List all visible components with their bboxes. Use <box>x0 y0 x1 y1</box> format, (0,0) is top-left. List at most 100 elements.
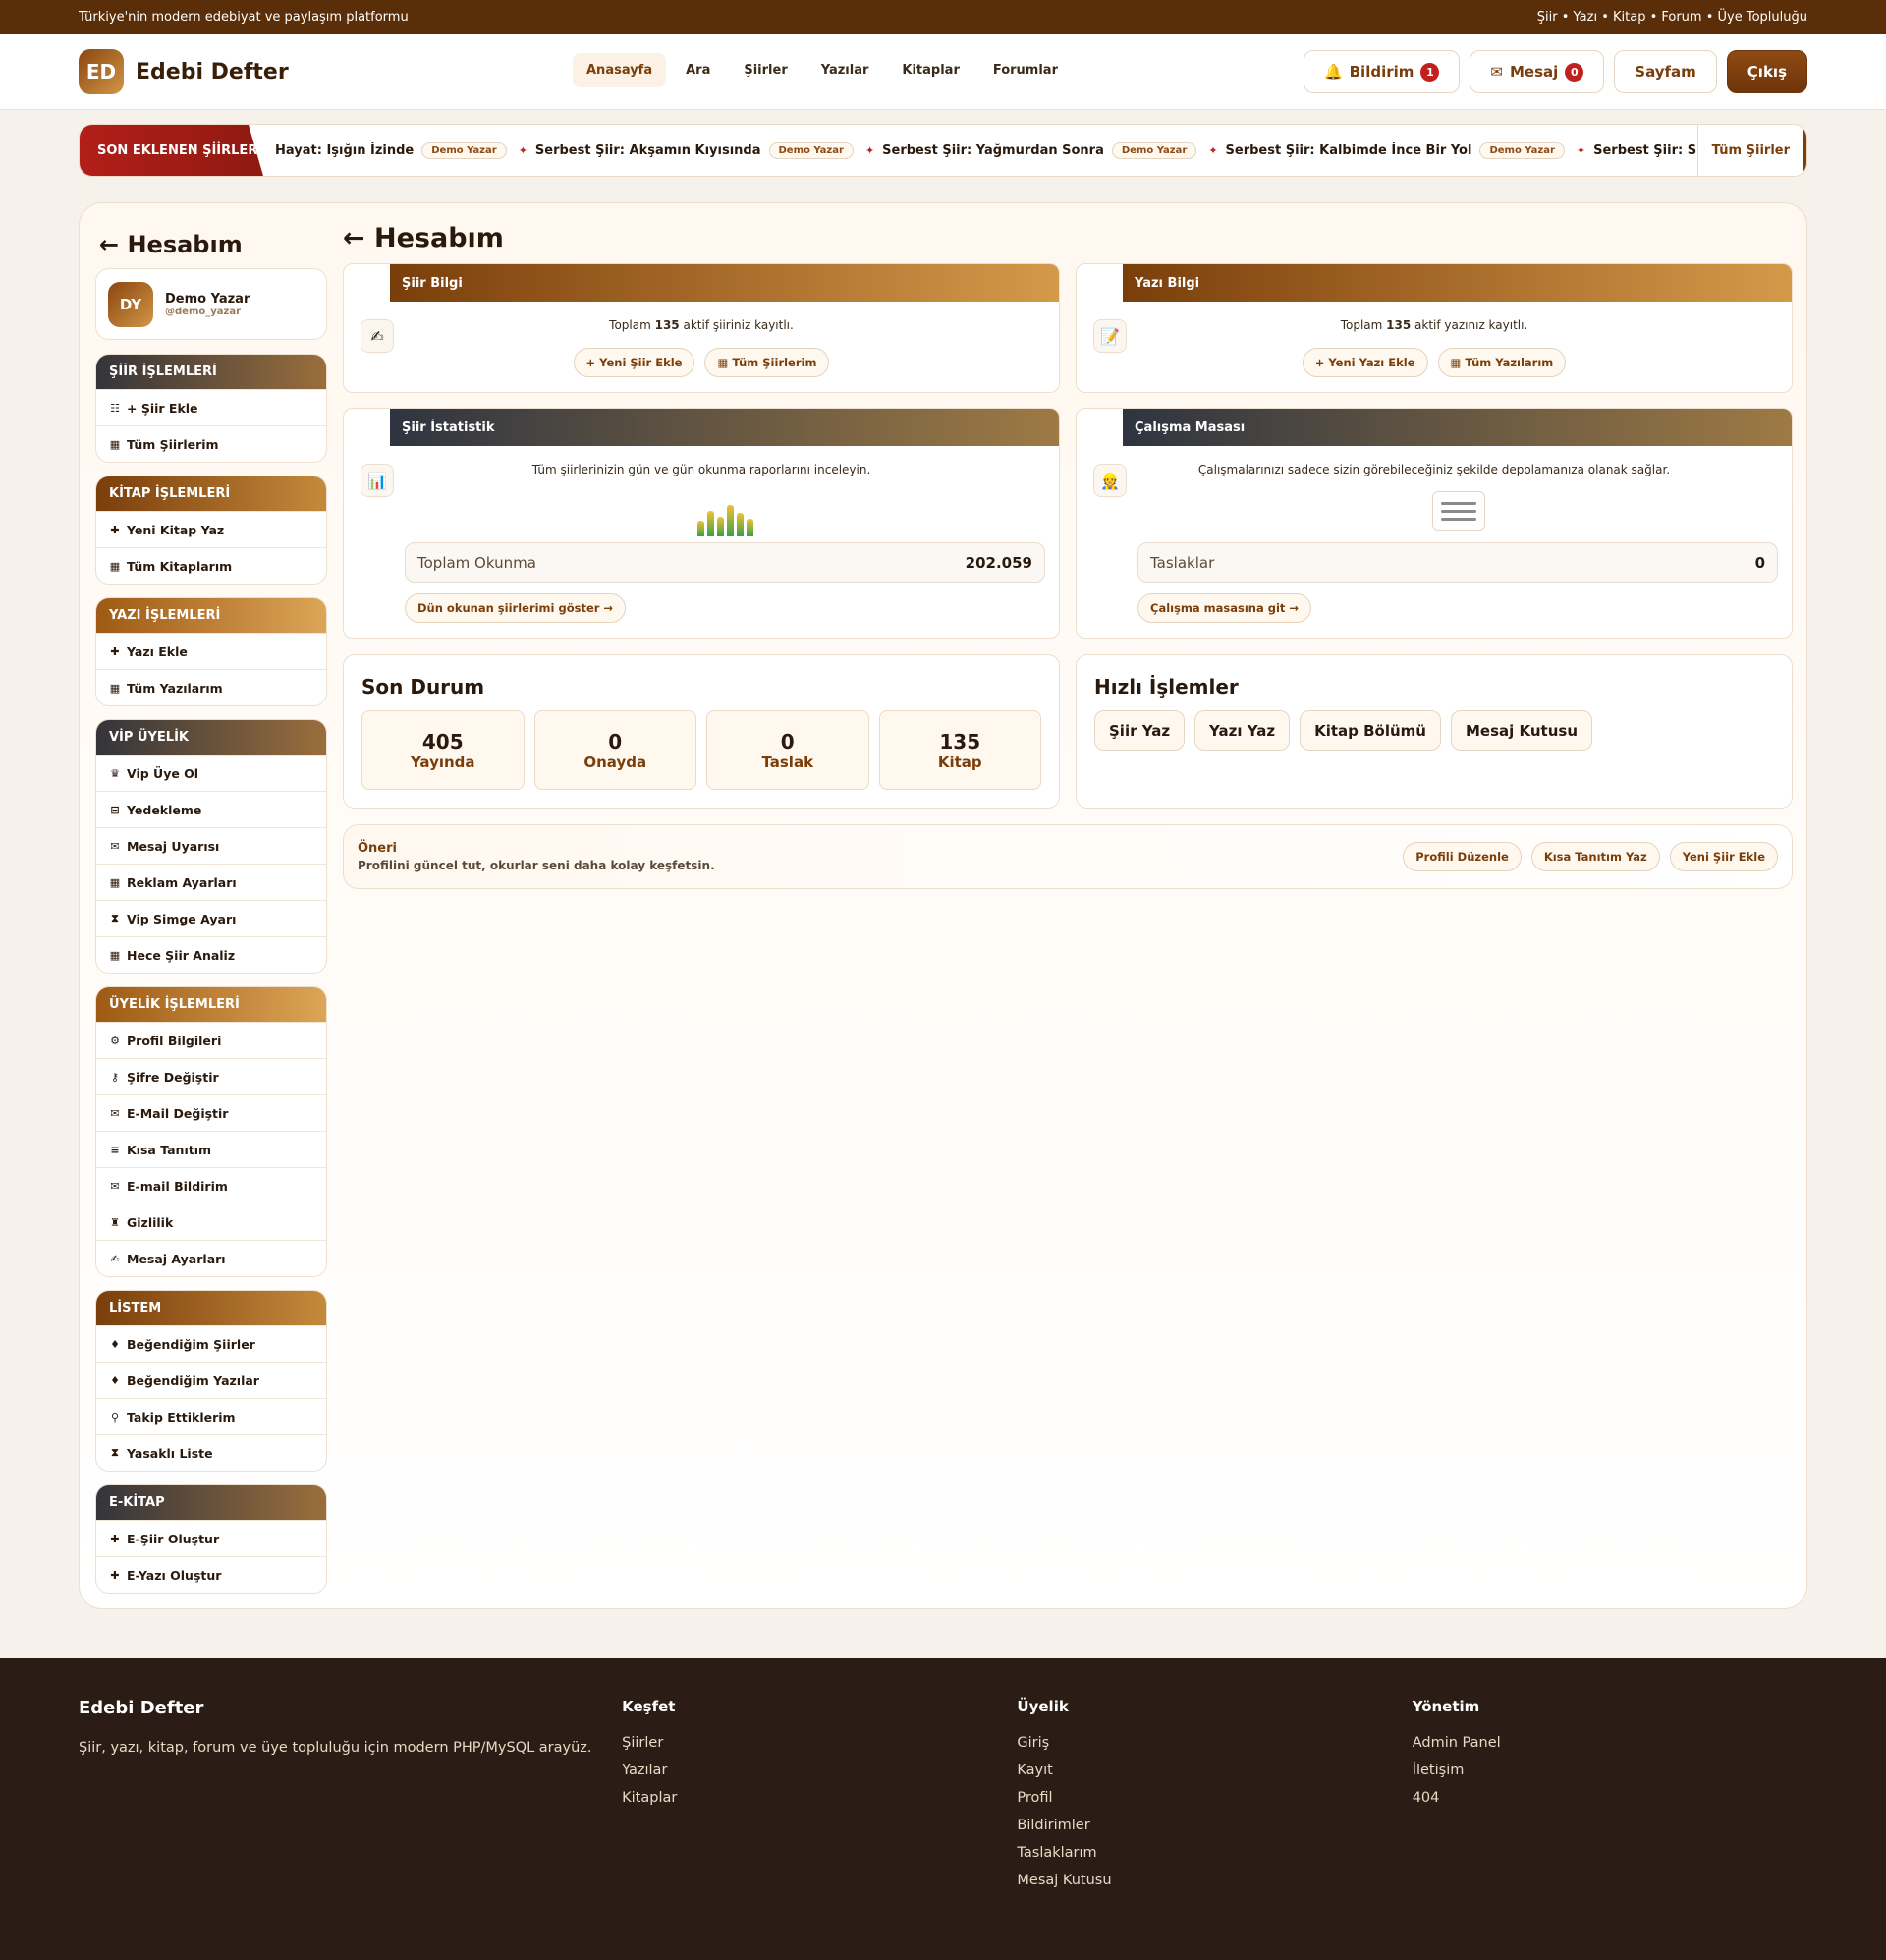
star-icon: ✦ <box>1208 143 1218 157</box>
footer-link[interactable]: 404 <box>1413 1790 1807 1806</box>
write-bio-button[interactable]: Kısa Tanıtım Yaz <box>1530 842 1660 871</box>
book-chapter-button[interactable]: Kitap Bölümü <box>1300 710 1441 751</box>
sidebar-item[interactable]: ⚙ Profil Bilgileri <box>96 1022 326 1058</box>
go-workdesk-link[interactable]: Çalışma masasına git → <box>1137 593 1312 623</box>
edit-profile-button[interactable]: Profili Düzenle <box>1403 842 1522 871</box>
notifications-button[interactable]: 🔔 Bildirim 1 <box>1303 50 1461 93</box>
all-poems-button[interactable]: ▦ Tüm Şiirlerim <box>704 348 830 377</box>
sidebar-item[interactable]: ♦ Beğendiğim Şiirler <box>96 1325 326 1362</box>
sidebar-item-label: Reklam Ayarları <box>127 874 237 890</box>
workdesk-card: Çalışma Masası 👷 Çalışmalarınızı sadece … <box>1076 408 1793 639</box>
sidebar-item[interactable]: ⚷ Şifre Değiştir <box>96 1058 326 1094</box>
sidebar-item-label: Beğendiğim Yazılar <box>127 1372 259 1388</box>
ticker-item-title: Serbest Şiir: Akşamın Kıyısında <box>534 142 761 158</box>
sidebar-item[interactable]: ⧗ Vip Simge Ayarı <box>96 900 326 936</box>
sidebar-item[interactable]: ♦ Beğendiğim Yazılar <box>96 1362 326 1398</box>
sidebar-item[interactable]: ⊟ Yedekleme <box>96 791 326 827</box>
sidebar-item[interactable]: ✉ E-mail Bildirim <box>96 1167 326 1204</box>
footer-link[interactable]: Mesaj Kutusu <box>1017 1873 1412 1888</box>
sidebar-item-icon: ⧗ <box>111 1446 119 1459</box>
footer-link[interactable]: Kayıt <box>1017 1763 1412 1778</box>
yesterday-reads-link[interactable]: Dün okunan şiirlerimi göster → <box>405 593 627 623</box>
ticker-item[interactable]: ✦ Serbest Şiir: Yağmurdan Sonra Demo Yaz… <box>865 141 1197 159</box>
card-description: Çalışmalarınızı sadece sizin görebileceğ… <box>1197 463 1671 476</box>
messages-button[interactable]: ✉ Mesaj 0 <box>1470 50 1605 93</box>
sidebar-item[interactable]: ▦ Tüm Şiirlerim <box>96 425 326 462</box>
sidebar-item[interactable]: ▦ Tüm Kitaplarım <box>96 547 326 584</box>
nav-ara[interactable]: Ara <box>672 53 724 87</box>
ticker-item[interactable]: ✦ Serbest Şiir: Akşamın Kıyısında Demo Y… <box>519 141 854 159</box>
footer-link[interactable]: Taslaklarım <box>1017 1845 1412 1861</box>
sidebar-groups: ŞİİR İŞLEMLERİ ☷ + Şiir Ekle ▦ Tüm Şiirlerim… <box>95 354 327 1594</box>
footer-link[interactable]: Yazılar <box>622 1763 1017 1778</box>
footer-link[interactable]: Bildirimler <box>1017 1818 1412 1833</box>
sidebar-item-icon: ✚ <box>110 523 120 536</box>
sidebar-group-title: VİP ÜYELİK <box>96 720 326 755</box>
header-actions: 🔔 Bildirim 1 ✉ Mesaj 0 Sayfam Çıkış <box>1303 50 1807 93</box>
footer-link[interactable]: Şiirler <box>622 1735 1017 1751</box>
sidebar-item[interactable]: ✚ E-Şiir Oluştur <box>96 1520 326 1556</box>
footer-description: Şiir, yazı, kitap, forum ve üye topluluğ… <box>79 1740 592 1756</box>
sidebar-item[interactable]: ✚ E-Yazı Oluştur <box>96 1556 326 1593</box>
footer-link[interactable]: Admin Panel <box>1413 1735 1807 1751</box>
poem-stats-card: Şiir İstatistik 📊 Tüm şiirlerinizin gün … <box>343 408 1060 639</box>
sidebar-title[interactable]: ← Hesabım <box>95 223 327 268</box>
sidebar-item[interactable]: ✉ E-Mail Değiştir <box>96 1094 326 1131</box>
sidebar-item[interactable]: ▦ Reklam Ayarları <box>96 864 326 900</box>
nav-forumlar[interactable]: Forumlar <box>979 53 1072 87</box>
sidebar-item-label: Yasaklı Liste <box>127 1445 213 1461</box>
inbox-button[interactable]: Mesaj Kutusu <box>1450 710 1592 751</box>
footer-link[interactable]: Profil <box>1017 1790 1412 1806</box>
footer-link[interactable]: Giriş <box>1017 1735 1412 1751</box>
sidebar-item[interactable]: ⧗ Yasaklı Liste <box>96 1434 326 1471</box>
sidebar-item[interactable]: ☷ + Şiir Ekle <box>96 389 326 425</box>
sidebar-item[interactable]: ✚ Yazı Ekle <box>96 633 326 669</box>
ticker-item[interactable]: ✦ Serbest Şiir: S <box>1577 143 1696 158</box>
ticker-item[interactable]: Hayat: Işığın İzinde Demo Yazar <box>275 141 507 159</box>
sidebar-item-icon: ▦ <box>109 437 121 451</box>
sidebar-item[interactable]: ♛ Vip Üye Ol <box>96 755 326 791</box>
sidebar-item-icon: ⚲ <box>110 1410 120 1424</box>
new-poem-button[interactable]: Yeni Şiir Ekle <box>1669 842 1778 871</box>
user-handle: @demo_yazar <box>165 306 241 317</box>
all-articles-button[interactable]: ▦ Tüm Yazılarım <box>1437 348 1567 377</box>
write-poem-button[interactable]: Şiir Yaz <box>1094 710 1186 751</box>
sidebar-item[interactable]: ✍ Mesaj Ayarları <box>96 1240 326 1276</box>
sidebar-item[interactable]: ✉ Mesaj Uyarısı <box>96 827 326 864</box>
stat-published[interactable]: 405 Yayında <box>361 710 525 790</box>
nav-kitaplar[interactable]: Kitaplar <box>888 53 972 87</box>
add-poem-button[interactable]: + Yeni Şiir Ekle <box>573 348 695 377</box>
sidebar-item-icon: ▦ <box>109 875 121 889</box>
sidebar-item[interactable]: ≡ Kısa Tanıtım <box>96 1131 326 1167</box>
sidebar-item-label: Yedekleme <box>127 802 202 817</box>
nav-siirler[interactable]: Şiirler <box>730 53 801 87</box>
card-title: Şiir İstatistik <box>390 409 1059 446</box>
article-info-card: Yazı Bilgi 📝 Toplam 135 aktif yazınız ka… <box>1076 263 1793 393</box>
add-article-button[interactable]: + Yeni Yazı Ekle <box>1302 348 1428 377</box>
stat-draft[interactable]: 0 Taslak <box>706 710 869 790</box>
sidebar-item[interactable]: ✚ Yeni Kitap Yaz <box>96 511 326 547</box>
user-card[interactable]: DY Demo Yazar @demo_yazar <box>95 268 327 340</box>
site-footer: Edebi Defter Şiir, yazı, kitap, forum ve… <box>0 1658 1886 1960</box>
sidebar-item[interactable]: ⚲ Takip Ettiklerim <box>96 1398 326 1434</box>
sidebar-group-title: ŞİİR İŞLEMLERİ <box>96 355 326 389</box>
ticker-author-badge: Demo Yazar <box>768 141 854 159</box>
ticker-author-badge: Demo Yazar <box>421 141 507 159</box>
my-page-button[interactable]: Sayfam <box>1614 50 1717 93</box>
sidebar-item[interactable]: ▦ Hece Şiir Analiz <box>96 936 326 973</box>
brand[interactable]: ED Edebi Defter <box>79 49 289 94</box>
sidebar-item-label: Yazı Ekle <box>127 644 188 659</box>
nav-yazilar[interactable]: Yazılar <box>807 53 883 87</box>
sidebar-item[interactable]: ▦ Tüm Yazılarım <box>96 669 326 705</box>
footer-link[interactable]: İletişim <box>1413 1763 1807 1778</box>
sidebar-item-icon: ✉ <box>110 839 120 853</box>
stat-pending[interactable]: 0 Onayda <box>533 710 696 790</box>
stat-books[interactable]: 135 Kitap <box>878 710 1041 790</box>
ticker-item[interactable]: ✦ Serbest Şiir: Kalbimde İnce Bir Yol De… <box>1208 141 1565 159</box>
logout-button[interactable]: Çıkış <box>1726 50 1807 93</box>
footer-link[interactable]: Kitaplar <box>622 1790 1017 1806</box>
all-poems-link[interactable]: Tüm Şiirler <box>1696 125 1806 176</box>
write-article-button[interactable]: Yazı Yaz <box>1194 710 1291 751</box>
sidebar-item[interactable]: ♜ Gizlilik <box>96 1204 326 1240</box>
nav-anasayfa[interactable]: Anasayfa <box>573 53 667 87</box>
